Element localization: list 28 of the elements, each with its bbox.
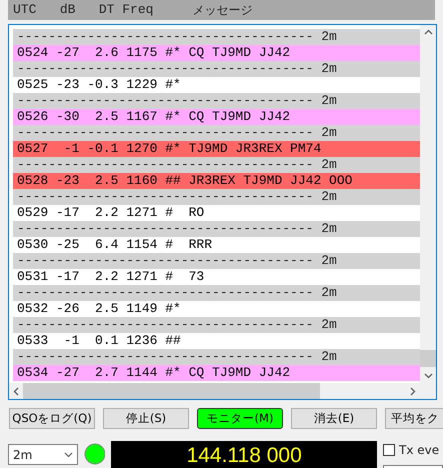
frequency-display: 144.118 000 — [111, 441, 377, 468]
toolbar-button[interactable]: QSOをログ(Q) — [9, 408, 95, 429]
scrollbar-thumb[interactable] — [23, 383, 320, 399]
column-header: UTC — [13, 1, 36, 20]
period-separator: -------------------------------------- 2m — [13, 189, 420, 205]
period-separator: -------------------------------------- 2m — [13, 253, 420, 269]
period-separator: -------------------------------------- 2m — [13, 93, 420, 109]
period-separator: -------------------------------------- 2m — [13, 61, 420, 77]
column-header: dB — [60, 1, 76, 20]
column-header: DT — [98, 1, 114, 20]
checkbox[interactable] — [383, 444, 395, 456]
tx-even-label: Tx eve — [399, 442, 440, 459]
column-header: メッセージ — [192, 2, 252, 19]
caret-icon[interactable] — [64, 452, 73, 458]
period-separator: -------------------------------------- 2m — [13, 349, 420, 365]
period-separator: -------------------------------------- 2m — [13, 317, 420, 333]
period-separator: -------------------------------------- 2m — [13, 221, 420, 237]
period-separator: -------------------------------------- 2m — [13, 29, 420, 45]
period-separator: -------------------------------------- 2m — [13, 157, 420, 173]
toolbar-button[interactable]: 停止(S) — [103, 408, 189, 429]
toolbar-button[interactable]: 消去(E) — [291, 408, 377, 429]
period-separator: -------------------------------------- 2m — [13, 125, 420, 141]
toolbar-button[interactable]: 平均をク — [385, 408, 443, 429]
band-dropdown[interactable]: 2m — [8, 444, 78, 465]
period-separator: -------------------------------------- 2m — [13, 285, 420, 301]
scrollbar-thumb[interactable] — [420, 350, 436, 367]
column-header: Freq — [122, 1, 154, 20]
toolbar-button[interactable]: モニター(M) — [197, 408, 283, 429]
